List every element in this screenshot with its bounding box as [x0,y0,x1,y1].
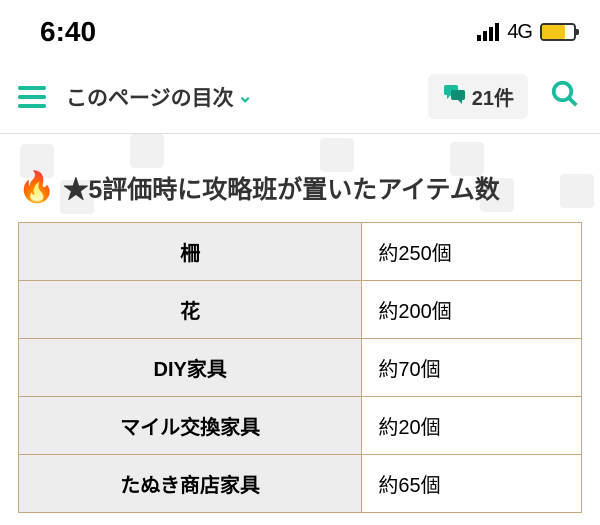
row-value: 約250個 [362,223,582,281]
heading-text: ★5評価時に攻略班が置いたアイテム数 [63,170,499,206]
comment-count: 21件 [472,82,514,111]
comment-button[interactable]: 21件 [428,74,528,119]
nav-bar: このページの目次 ⌄ 21件 [0,60,600,134]
signal-bars-icon [477,23,499,41]
table-row: たぬき商店家具 約65個 [19,455,582,513]
row-name: 花 [19,281,362,339]
table-row: 柵 約250個 [19,223,582,281]
toc-label: このページの目次 [66,82,234,112]
item-count-table: 柵 約250個 花 約200個 DIY家具 約70個 マイル交換家具 約20個 … [18,222,582,513]
status-right: 4G [477,21,576,44]
table-row: マイル交換家具 約20個 [19,397,582,455]
status-bar: 6:40 4G [0,0,600,60]
menu-button[interactable] [12,82,52,112]
table-row: DIY家具 約70個 [19,339,582,397]
section-heading: 🔥 ★5評価時に攻略班が置いたアイテム数 [18,170,582,206]
table-row: 花 約200個 [19,281,582,339]
row-value: 約20個 [362,397,582,455]
battery-icon [540,23,576,41]
toc-dropdown[interactable]: このページの目次 ⌄ [66,82,253,112]
bonfire-icon: 🔥 [18,173,55,203]
row-value: 約65個 [362,455,582,513]
row-name: たぬき商店家具 [19,455,362,513]
row-name: 柵 [19,223,362,281]
status-time: 6:40 [40,16,96,48]
row-value: 約200個 [362,281,582,339]
search-button[interactable] [542,75,588,118]
chevron-down-icon: ⌄ [238,86,253,107]
row-name: DIY家具 [19,339,362,397]
row-value: 約70個 [362,339,582,397]
comment-icon [442,85,466,109]
network-label: 4G [507,21,532,44]
content: 🔥 ★5評価時に攻略班が置いたアイテム数 柵 約250個 花 約200個 DIY… [0,170,600,513]
row-name: マイル交換家具 [19,397,362,455]
